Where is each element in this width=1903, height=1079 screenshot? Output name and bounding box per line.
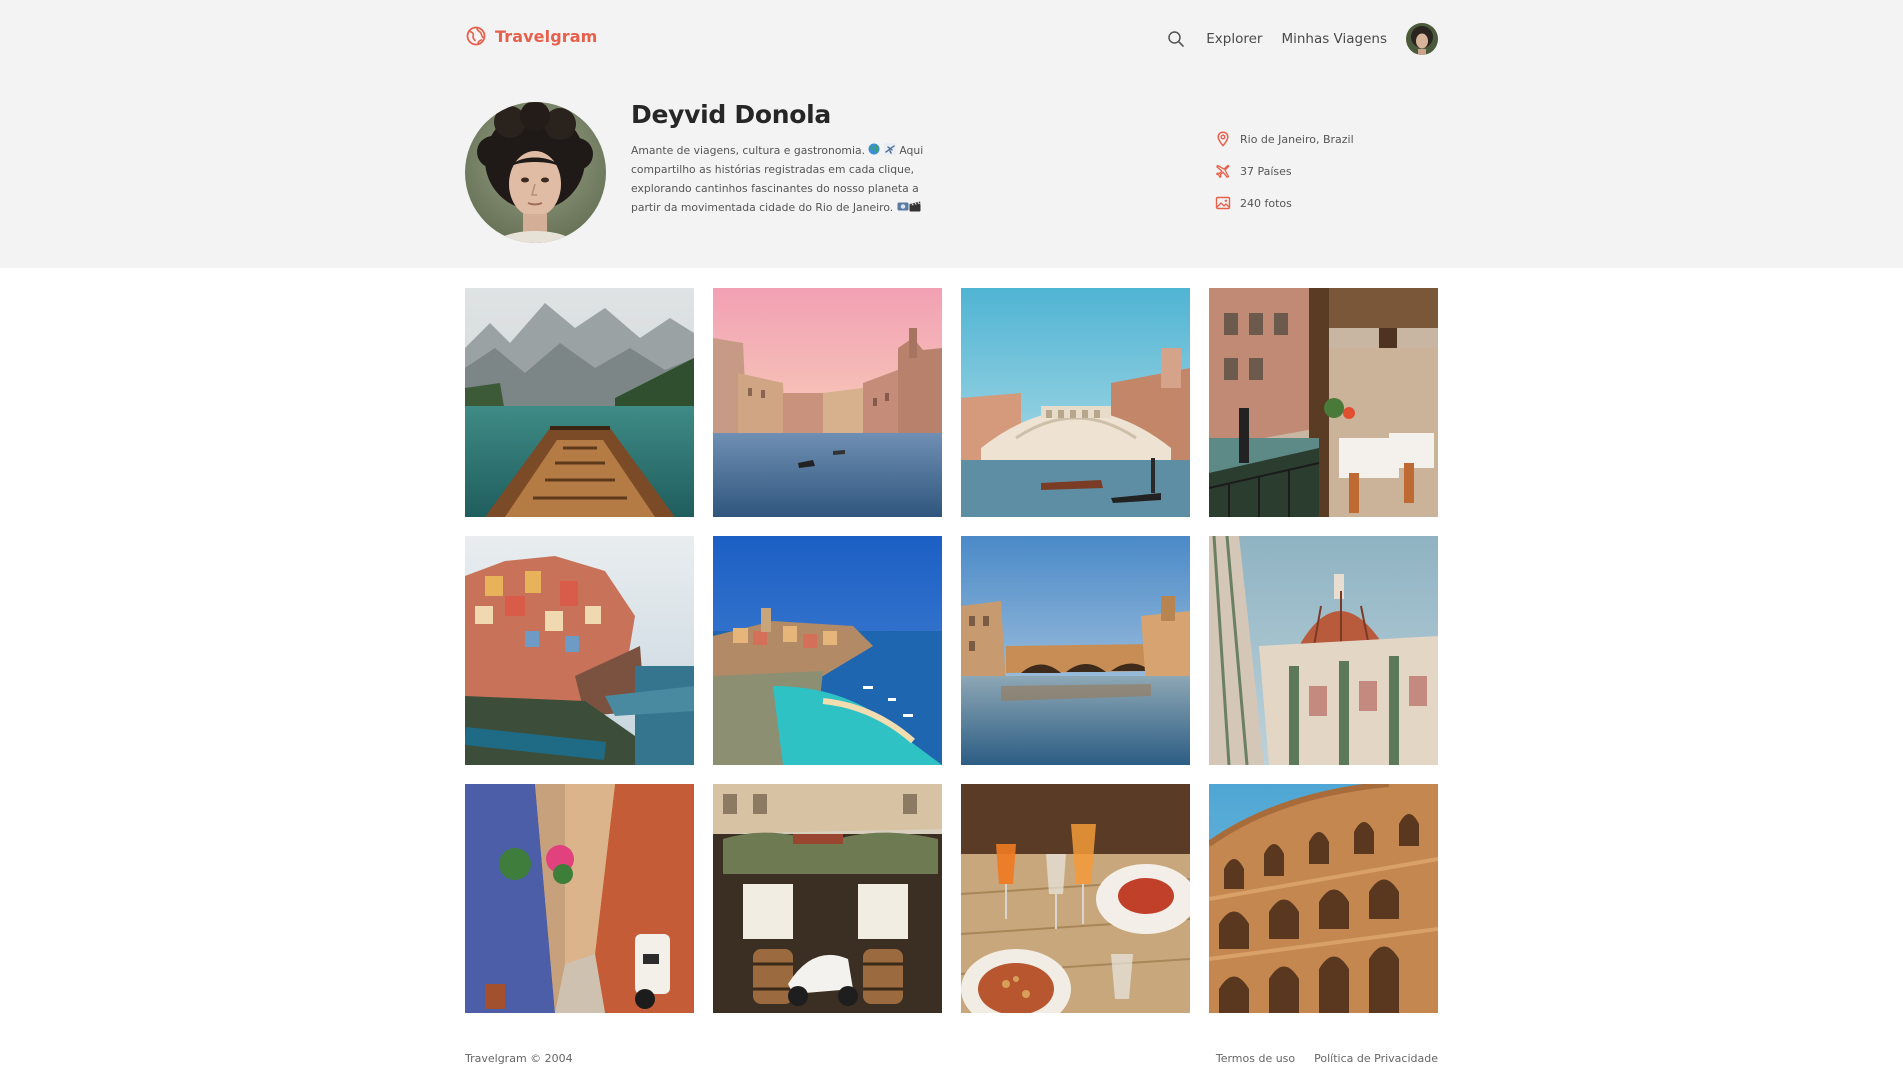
- stat-photos: 240 fotos: [1215, 195, 1354, 211]
- footer-links: Termos de uso Política de Privacidade: [1216, 1052, 1438, 1065]
- user-avatar[interactable]: [1406, 23, 1438, 55]
- nav-link-minhas-viagens[interactable]: Minhas Viagens: [1281, 31, 1387, 47]
- gallery-photo-pasta-aperol[interactable]: [961, 784, 1190, 1013]
- stat-location: Rio de Janeiro, Brazil: [1215, 131, 1354, 147]
- footer-link-privacy[interactable]: Política de Privacidade: [1314, 1052, 1438, 1065]
- profile-stats: Rio de Janeiro, Brazil 37 Países 240 fot…: [1215, 131, 1354, 227]
- map-pin-icon: [1215, 131, 1231, 147]
- gallery-photo-ponte-vecchio[interactable]: [961, 536, 1190, 765]
- brand-name: Travelgram: [495, 26, 598, 46]
- stat-photos-label: 240 fotos: [1240, 196, 1292, 210]
- profile-name: Deyvid Donola: [631, 100, 831, 129]
- nav-link-explorer[interactable]: Explorer: [1206, 31, 1262, 47]
- footer: Travelgram © 2004 Termos de uso Política…: [465, 1052, 1438, 1068]
- gallery-photo-alley-scooter[interactable]: [465, 784, 694, 1013]
- profile-avatar: [465, 102, 606, 243]
- globe-icon: [465, 25, 487, 47]
- gallery-photo-venice-restaurant[interactable]: [1209, 288, 1438, 517]
- gallery-photo-lake-boat[interactable]: [465, 288, 694, 517]
- brand-logo[interactable]: Travelgram: [465, 25, 597, 47]
- gallery-photo-restaurant-vespa[interactable]: [713, 784, 942, 1013]
- bio-line-1: Amante de viagens, cultura e gastronomia…: [631, 144, 865, 157]
- gallery-photo-cinque-terre[interactable]: [465, 536, 694, 765]
- image-icon: [1215, 195, 1231, 211]
- gallery-photo-colosseum[interactable]: [1209, 784, 1438, 1013]
- top-navigation: Travelgram Explorer Minhas Viagens: [465, 22, 1438, 56]
- plane-icon: [1215, 163, 1231, 179]
- stat-countries: 37 Países: [1215, 163, 1354, 179]
- search-icon[interactable]: [1167, 30, 1185, 48]
- nav-actions: Explorer Minhas Viagens: [1167, 22, 1438, 56]
- footer-link-terms[interactable]: Termos de uso: [1216, 1052, 1295, 1065]
- gallery-photo-vernazza[interactable]: [713, 536, 942, 765]
- camera-emoji-icon: [897, 199, 909, 211]
- gallery-photo-rialto-bridge[interactable]: [961, 288, 1190, 517]
- airplane-emoji-icon: [883, 142, 896, 155]
- clapper-emoji-icon: [909, 199, 921, 212]
- gallery-photo-venice-canal[interactable]: [713, 288, 942, 517]
- photo-gallery: [465, 288, 1438, 1013]
- stat-countries-label: 37 Países: [1240, 164, 1292, 178]
- globe-emoji-icon: [868, 142, 880, 155]
- footer-copyright: Travelgram © 2004: [465, 1052, 573, 1065]
- gallery-photo-florence-duomo[interactable]: [1209, 536, 1438, 765]
- stat-location-label: Rio de Janeiro, Brazil: [1240, 132, 1354, 146]
- profile-bio: Amante de viagens, cultura e gastronomia…: [631, 141, 931, 217]
